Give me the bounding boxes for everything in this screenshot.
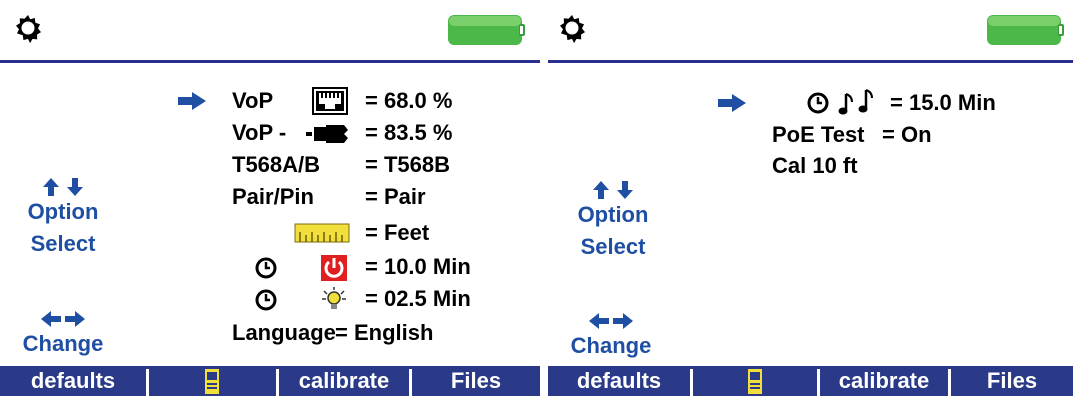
softkey-calibrate[interactable]: calibrate (820, 366, 948, 396)
softkey-files[interactable]: Files (951, 366, 1073, 396)
softkey-files[interactable]: Files (412, 366, 540, 396)
clock-icon (255, 289, 277, 311)
setting-label: Cal 10 ft (772, 153, 858, 178)
softkey-defaults[interactable]: defaults (548, 366, 690, 396)
clock-icon (255, 257, 277, 279)
settings-list: VoP = 68.0 % VoP - = 83.5 % T568A/B = T5… (0, 0, 540, 366)
setting-value: = 15.0 Min (890, 90, 996, 115)
setting-value: = 83.5 % (365, 120, 453, 145)
setting-label: VoP - (232, 120, 287, 145)
settings-screen-page-1: Option Select Change VoP = 68.0 % VoP - … (0, 0, 540, 396)
settings-list: = 15.0 Min PoE Test = On Cal 10 ft (548, 0, 1073, 366)
softkey-tester-icon[interactable] (693, 366, 817, 396)
ruler-icon (294, 223, 350, 243)
bulb-icon (322, 287, 346, 309)
setting-value: = 02.5 Min (365, 286, 471, 311)
setting-value: = 10.0 Min (365, 254, 471, 279)
setting-value: = T568B (365, 152, 450, 177)
softkey-calibrate[interactable]: calibrate (279, 366, 409, 396)
settings-screen-page-2: Option Select Change = 15.0 Min PoE Test… (548, 0, 1073, 396)
setting-value: = On (882, 122, 932, 147)
selection-arrow-icon (718, 94, 746, 112)
setting-value: = Pair (365, 184, 426, 209)
setting-label: VoP (232, 88, 274, 113)
music-notes-icon (838, 89, 873, 115)
panel-gap (540, 0, 548, 396)
setting-label: Pair/Pin (232, 184, 314, 209)
softkey-defaults[interactable]: defaults (0, 366, 146, 396)
cable-plug-icon (306, 125, 348, 143)
softkey-tester-icon[interactable] (149, 366, 276, 396)
setting-label: T568A/B (232, 152, 321, 177)
tester-device-icon (748, 369, 762, 394)
softkey-bar: defaults calibrate Files (548, 366, 1073, 396)
softkey-bar: defaults calibrate Files (0, 366, 540, 396)
setting-value: = 68.0 % (365, 88, 453, 113)
selection-arrow-icon (178, 92, 206, 110)
setting-value: = English (335, 320, 434, 345)
ethernet-port-icon (312, 87, 348, 115)
setting-label: Language (232, 320, 336, 345)
tester-screens: Option Select Change VoP = 68.0 % VoP - … (0, 0, 1073, 396)
power-icon (321, 255, 347, 281)
clock-icon (807, 92, 829, 114)
setting-label: PoE Test (772, 122, 865, 147)
tester-device-icon (205, 369, 219, 394)
setting-value: = Feet (365, 220, 430, 245)
